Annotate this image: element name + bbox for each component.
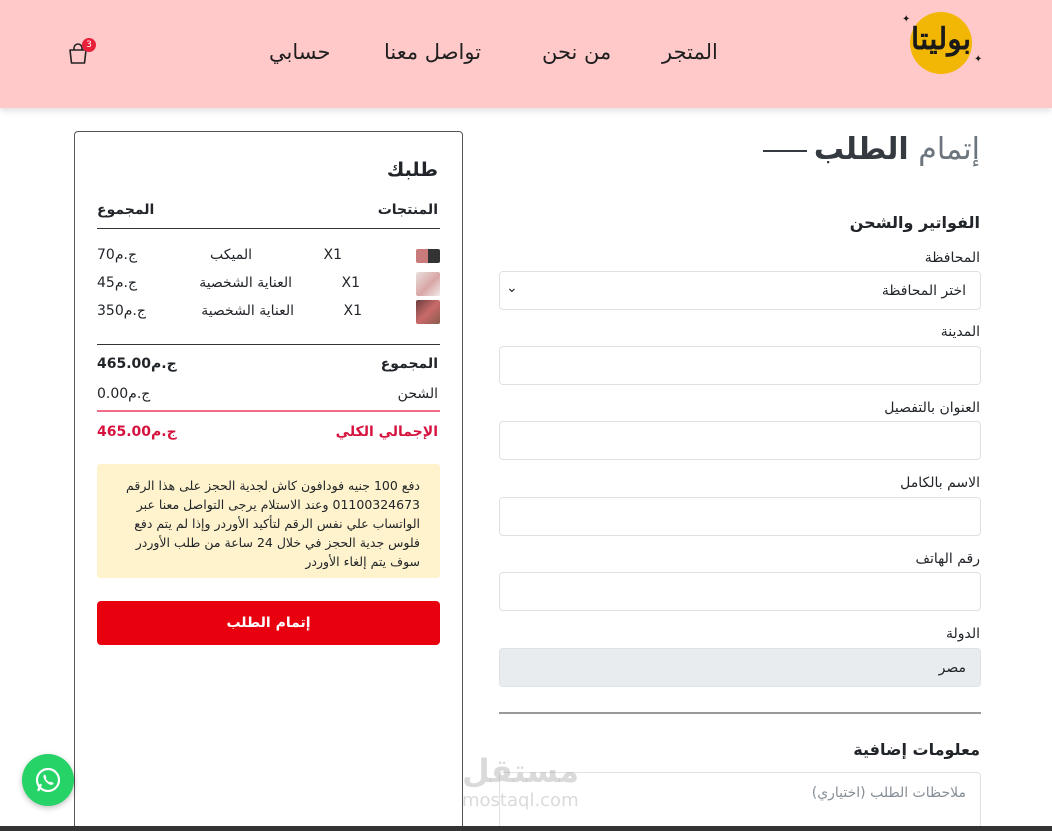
address-label: العنوان بالتفصيل xyxy=(884,400,980,416)
phone-input[interactable] xyxy=(499,572,981,611)
col-total-header: المجموع xyxy=(97,202,155,218)
order-notes-placeholder: ملاحظات الطلب (اختياري) xyxy=(811,785,966,801)
total-divider xyxy=(97,410,440,412)
order-title: طلبك xyxy=(386,159,438,181)
item-quantity: X1 xyxy=(323,247,343,263)
shipping-value: ج.م0.00 xyxy=(97,386,151,402)
city-input[interactable] xyxy=(499,346,981,385)
item-price: ج.م350 xyxy=(97,303,146,319)
shipping-label: الشحن xyxy=(397,386,438,402)
product-thumbnail[interactable] xyxy=(416,300,440,324)
cart-count-badge: 3 xyxy=(82,38,96,52)
item-price: ج.م70 xyxy=(97,247,137,263)
page-title-light: إتمام xyxy=(918,132,980,167)
nav-account-link[interactable]: حسابي xyxy=(269,40,330,64)
address-input[interactable] xyxy=(499,421,981,460)
watermark: مستقل mostaql.com xyxy=(462,752,579,811)
country-input: مصر xyxy=(499,648,981,687)
cart-button[interactable]: 3 xyxy=(66,38,96,68)
item-quantity: X1 xyxy=(343,303,363,319)
items-divider xyxy=(97,344,440,345)
billing-heading: الفواتير والشحن xyxy=(849,213,980,232)
grand-total-value: ج.م465.00 xyxy=(97,424,177,440)
order-item-row: X1 العناية الشخصية ج.م350 xyxy=(97,300,440,326)
country-value: مصر xyxy=(938,660,966,676)
fullname-label: الاسم بالكامل xyxy=(900,475,980,491)
nav-about-link[interactable]: من نحن xyxy=(542,40,611,64)
item-price: ج.م45 xyxy=(97,275,137,291)
product-thumbnail[interactable] xyxy=(416,249,440,263)
page-title-bold: الطلب xyxy=(813,132,909,167)
whatsapp-icon xyxy=(35,767,61,793)
star-icon: ✦ xyxy=(974,54,983,65)
item-name: العناية الشخصية xyxy=(199,275,292,291)
section-divider xyxy=(499,712,981,714)
extra-info-heading: معلومات إضافية xyxy=(853,740,980,759)
governorate-selected-value: اختر المحافظة xyxy=(881,283,966,299)
nav-contact-link[interactable]: تواصل معنا xyxy=(384,40,481,64)
grand-total-label: الإجمالي الكلي xyxy=(335,424,438,440)
bottom-edge-bar xyxy=(0,826,1052,831)
logo-text: بوليتا xyxy=(910,22,972,57)
phone-label: رقم الهاتف xyxy=(915,551,980,567)
place-order-button[interactable]: إتمام الطلب xyxy=(97,601,440,645)
chevron-down-icon: ⌄ xyxy=(506,280,518,296)
country-label: الدولة xyxy=(945,626,980,642)
order-item-row: X1 الميكب ج.م70 xyxy=(97,244,440,270)
item-name: الميكب xyxy=(210,247,252,263)
governorate-label: المحافظة xyxy=(924,250,980,266)
governorate-select[interactable]: اختر المحافظة ⌄ xyxy=(499,271,981,310)
site-header: بوليتا ✦ ✦ المتجر من نحن تواصل معنا حساب… xyxy=(0,0,1052,108)
payment-notice: دفع 100 جنيه فودافون كاش لجدية الحجز على… xyxy=(97,464,440,578)
watermark-ar: مستقل xyxy=(462,752,580,790)
page-title: إتمام الطلب xyxy=(814,132,980,167)
item-quantity: X1 xyxy=(341,275,361,291)
col-products-header: المنتجات xyxy=(377,202,438,218)
whatsapp-button[interactable] xyxy=(22,754,74,806)
brand-logo[interactable]: بوليتا ✦ ✦ xyxy=(896,10,986,76)
order-item-row: X1 العناية الشخصية ج.م45 xyxy=(97,272,440,298)
title-decoration-line xyxy=(763,150,807,152)
watermark-en: mostaql.com xyxy=(462,790,579,811)
fullname-input[interactable] xyxy=(499,497,981,536)
subtotal-value: ج.م465.00 xyxy=(97,356,177,372)
star-icon: ✦ xyxy=(902,14,911,25)
subtotal-label: المجموع xyxy=(380,356,438,372)
item-name: العناية الشخصية xyxy=(201,303,294,319)
header-divider xyxy=(97,228,440,229)
product-thumbnail[interactable] xyxy=(416,272,440,296)
nav-store-link[interactable]: المتجر xyxy=(662,40,718,64)
order-summary-box: طلبك المنتجات المجموع X1 الميكب ج.م70 X1… xyxy=(74,131,463,831)
city-label: المدينة xyxy=(940,324,980,340)
